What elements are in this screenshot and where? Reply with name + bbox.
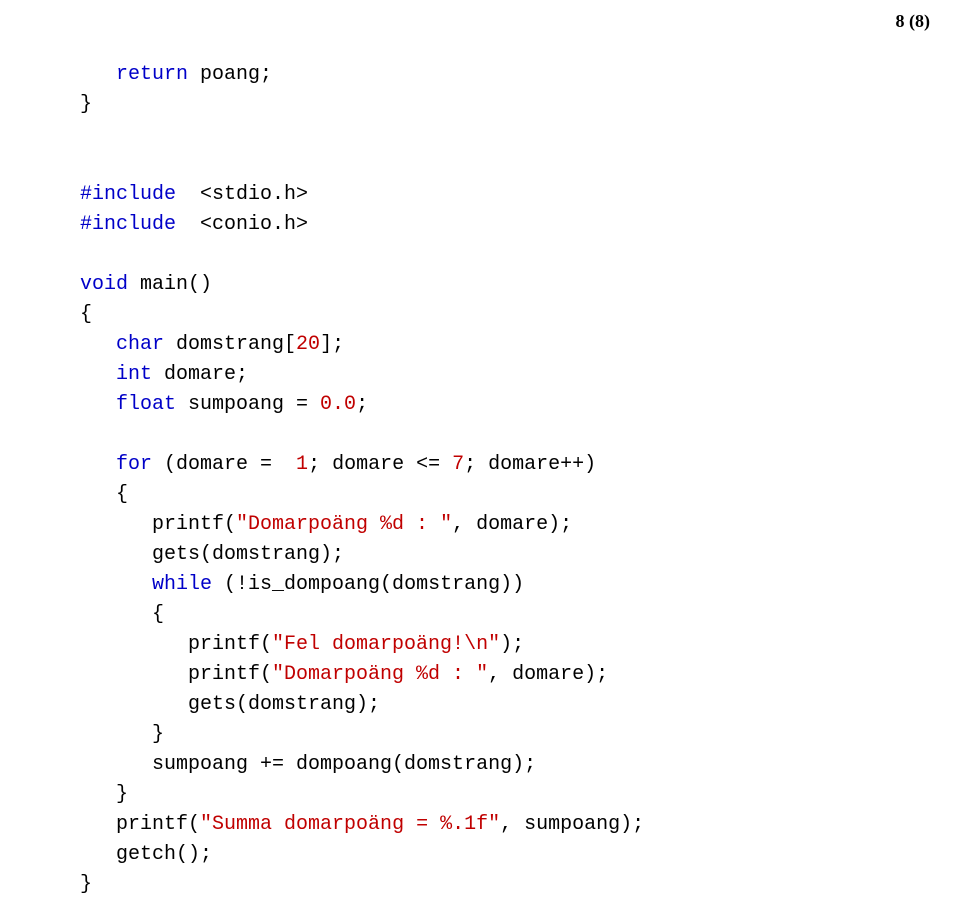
code-text: domare; — [152, 363, 248, 386]
code-text: ); — [500, 633, 524, 656]
number-literal: 20 — [296, 333, 320, 356]
code-text: printf( — [80, 633, 272, 656]
code-text: ]; — [320, 333, 344, 356]
code-text: ; domare <= — [308, 453, 452, 476]
code-text: ; domare++) — [464, 453, 596, 476]
page-number: 8 (8) — [896, 8, 931, 35]
string-literal: "Domarpoäng %d : " — [272, 663, 488, 686]
code-text: sumpoang = — [176, 393, 320, 416]
code-text: , domare); — [488, 663, 608, 686]
code-block: return poang; } #include <stdio.h> #incl… — [80, 60, 644, 900]
code-text: <conio.h> — [176, 213, 308, 236]
code-text: { — [80, 303, 92, 326]
keyword-while: while — [80, 573, 212, 596]
string-literal: "Fel domarpoäng!\n" — [272, 633, 500, 656]
keyword-for: for — [80, 453, 152, 476]
number-literal: 0.0 — [320, 393, 356, 416]
code-text: main() — [128, 273, 212, 296]
code-text: } — [80, 783, 128, 806]
code-text: printf( — [80, 513, 236, 536]
number-literal: 7 — [452, 453, 464, 476]
code-text: (domare = — [152, 453, 296, 476]
preproc-include: #include — [80, 213, 176, 236]
code-text: poang; — [188, 63, 272, 86]
keyword-float: float — [80, 393, 176, 416]
code-text: sumpoang += dompoang(domstrang); — [80, 753, 536, 776]
code-text: gets(domstrang); — [80, 543, 344, 566]
code-text: , sumpoang); — [500, 813, 644, 836]
code-text: gets(domstrang); — [80, 693, 380, 716]
code-text: , domare); — [452, 513, 572, 536]
code-text: { — [80, 603, 164, 626]
code-text: getch(); — [80, 843, 212, 866]
code-text: } — [80, 93, 92, 116]
string-literal: "Summa domarpoäng = %.1f" — [200, 813, 500, 836]
string-literal: "Domarpoäng %d : " — [236, 513, 452, 536]
keyword-int: int — [80, 363, 152, 386]
preproc-include: #include — [80, 183, 176, 206]
keyword-char: char — [80, 333, 164, 356]
code-text: } — [80, 723, 164, 746]
code-text: } — [80, 873, 92, 896]
code-text: printf( — [80, 813, 200, 836]
keyword-void: void — [80, 273, 128, 296]
keyword-return: return — [80, 63, 188, 86]
code-text: printf( — [80, 663, 272, 686]
code-text: ; — [356, 393, 368, 416]
code-text: (!is_dompoang(domstrang)) — [212, 573, 524, 596]
number-literal: 1 — [296, 453, 308, 476]
code-text: <stdio.h> — [176, 183, 308, 206]
code-text: { — [80, 483, 128, 506]
code-text: domstrang[ — [164, 333, 296, 356]
